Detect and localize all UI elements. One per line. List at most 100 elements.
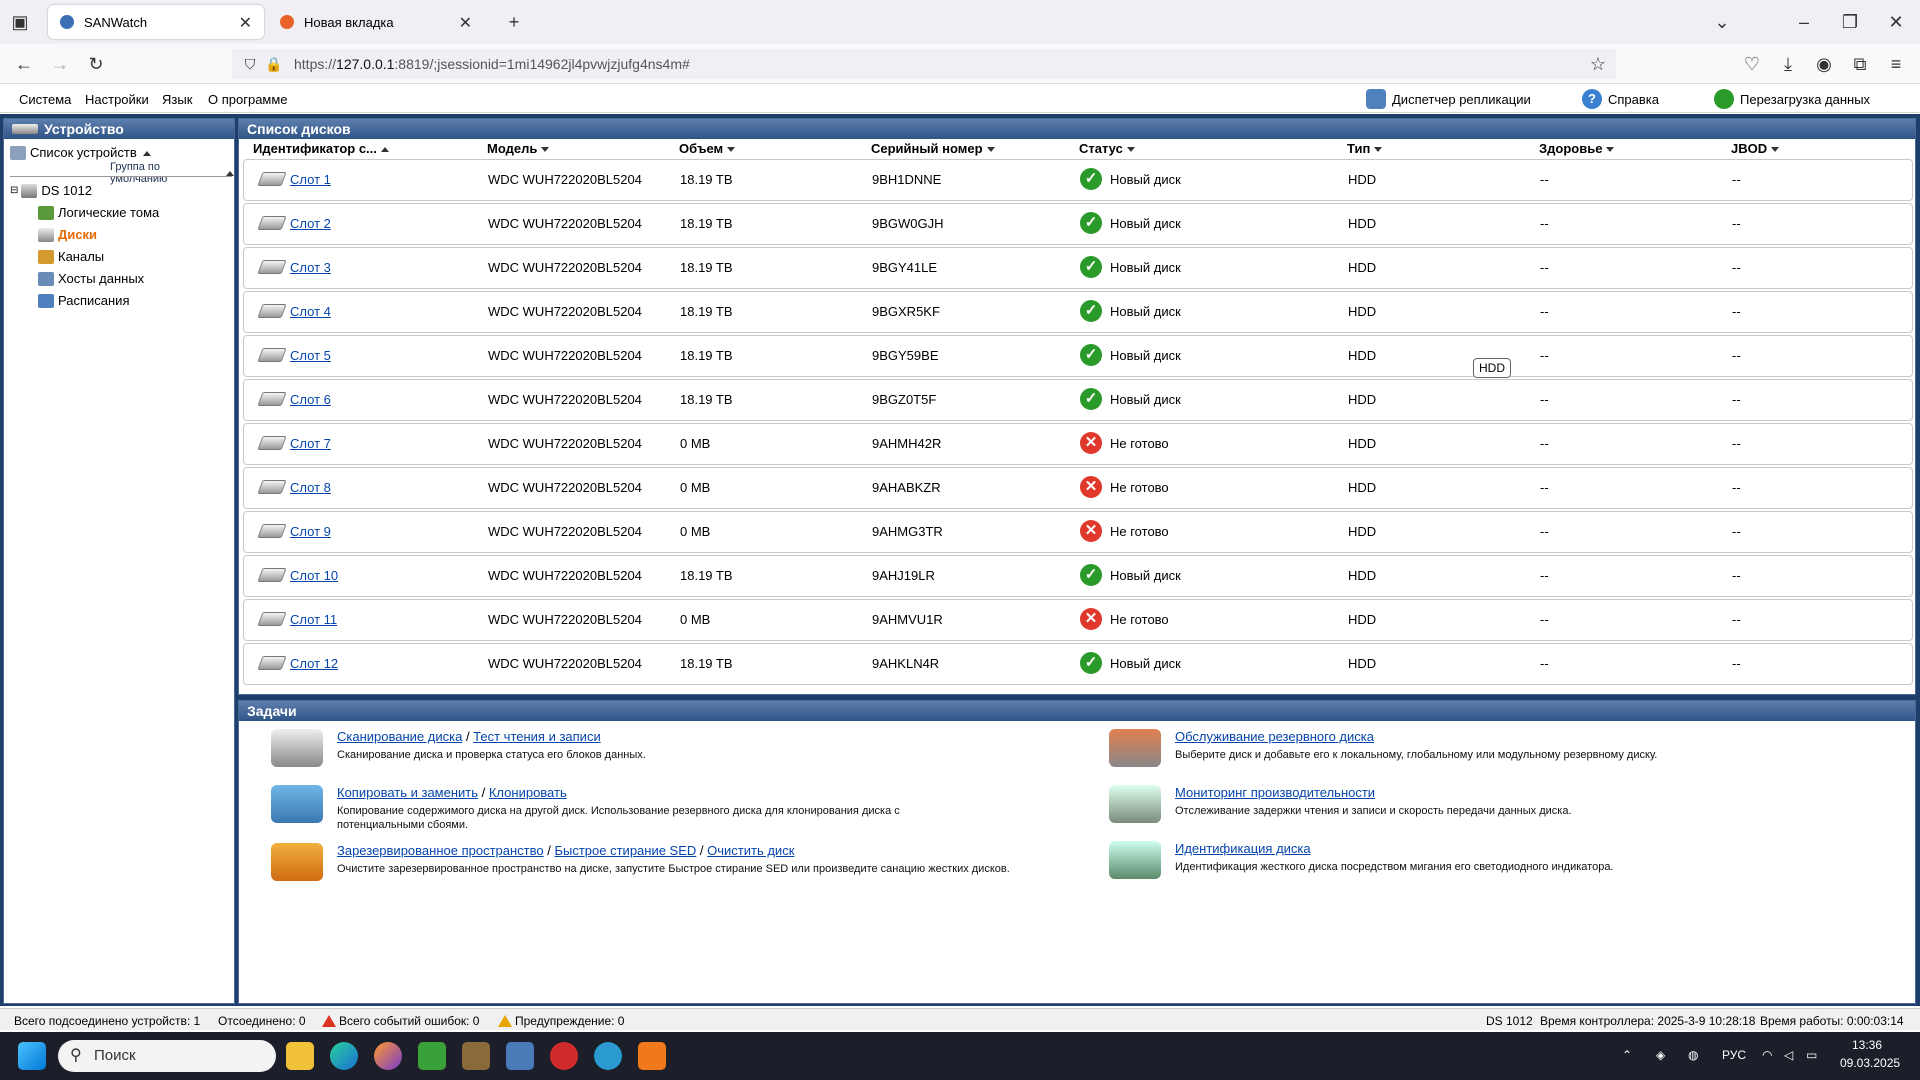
col-size[interactable]: Объем [679, 141, 736, 156]
col-id[interactable]: Идентификатор с... [253, 141, 389, 156]
minecraft-dungeons-icon[interactable] [462, 1042, 490, 1070]
identify-disk-link[interactable]: Идентификация диска [1175, 841, 1311, 856]
table-row[interactable]: Слот 1 WDC WUH722020BL5204 18.19 TB 9BH1DNN… [243, 159, 1913, 201]
windows-start-icon[interactable] [18, 1042, 46, 1070]
menu-about[interactable]: О программе [208, 92, 288, 107]
tree-node-channels[interactable]: Каналы [38, 249, 104, 264]
table-row[interactable]: Слот 3 WDC WUH722020BL5204 18.19 TB 9BGY41L… [243, 247, 1913, 289]
minimize-icon[interactable]: – [1792, 10, 1816, 34]
col-type[interactable]: Тип [1347, 141, 1383, 156]
yandex-browser-icon[interactable] [550, 1042, 578, 1070]
address-bar[interactable]: ⛉ 🔒 https://127.0.0.1:8819/;jsessionid=1… [232, 49, 1616, 79]
sed-erase-link[interactable]: Быстрое стирание SED [554, 843, 696, 858]
disk-slot-link[interactable]: Слот 11 [290, 612, 337, 627]
file-explorer-icon[interactable] [286, 1042, 314, 1070]
volume-icon[interactable]: ◁ [1784, 1048, 1793, 1062]
col-status[interactable]: Статус [1079, 141, 1135, 156]
forward-icon[interactable]: → [48, 52, 72, 76]
close-tab-icon[interactable]: ✕ [459, 13, 472, 33]
disk-slot-link[interactable]: Слот 6 [290, 392, 331, 407]
table-row[interactable]: Слот 9 WDC WUH722020BL5204 0 MB 9AHMG3TR HDD… [243, 511, 1913, 553]
table-row[interactable]: Слот 7 WDC WUH722020BL5204 0 MB 9AHMH42R HDD… [243, 423, 1913, 465]
close-window-icon[interactable]: ✕ [1884, 10, 1908, 34]
menu-language[interactable]: Язык [162, 92, 192, 107]
help-button[interactable]: ? Справка [1582, 89, 1659, 109]
pocket-icon[interactable]: ♡ [1740, 52, 1764, 76]
minecraft-icon[interactable] [418, 1042, 446, 1070]
tab-new[interactable]: Новая вкладка ✕ [268, 5, 484, 39]
wifi-icon[interactable]: ◠ [1762, 1048, 1772, 1062]
disk-slot-link[interactable]: Слот 5 [290, 348, 331, 363]
col-serial[interactable]: Серийный номер [871, 141, 995, 156]
restore-icon[interactable]: ❐ [1838, 10, 1862, 34]
reload-icon[interactable]: ↻ [84, 52, 108, 76]
disk-slot-link[interactable]: Слот 10 [290, 568, 338, 583]
table-row[interactable]: Слот 11 WDC WUH722020BL5204 0 MB 9AHMVU1R HD… [243, 599, 1913, 641]
menu-settings[interactable]: Настройки [85, 92, 149, 107]
disk-slot-link[interactable]: Слот 12 [290, 656, 338, 671]
chevron-down-icon[interactable]: ⌄ [1710, 10, 1734, 34]
clean-disk-link[interactable]: Очистить диск [707, 843, 794, 858]
menu-hamburger-icon[interactable]: ≡ [1884, 52, 1908, 76]
disk-slot-link[interactable]: Слот 7 [290, 436, 331, 451]
replication-manager-button[interactable]: Диспетчер репликации [1366, 89, 1531, 109]
table-row[interactable]: Слот 4 WDC WUH722020BL5204 18.19 TB 9BGXR5K… [243, 291, 1913, 333]
disk-slot-link[interactable]: Слот 9 [290, 524, 331, 539]
input-language[interactable]: РУС [1722, 1048, 1746, 1062]
spare-disk-link[interactable]: Обслуживание резервного диска [1175, 729, 1374, 744]
device-list-header[interactable]: Список устройств [10, 145, 151, 160]
new-tab-icon[interactable]: + [502, 10, 526, 34]
battery-icon[interactable]: ▭ [1806, 1048, 1817, 1062]
col-health[interactable]: Здоровье [1539, 141, 1615, 156]
copy-replace-link[interactable]: Копировать и заменить [337, 785, 478, 800]
firefox-icon[interactable] [374, 1042, 402, 1070]
tray-expand-icon[interactable]: ⌃ [1622, 1048, 1632, 1062]
performance-link[interactable]: Мониторинг производительности [1175, 785, 1375, 800]
tray-app-icon[interactable]: ◍ [1688, 1048, 1698, 1062]
remote-desktop-icon[interactable] [506, 1042, 534, 1070]
disk-slot-link[interactable]: Слот 3 [290, 260, 331, 275]
table-row[interactable]: Слот 5 WDC WUH722020BL5204 18.19 TB 9BGY59B… [243, 335, 1913, 377]
tree-node-schedules[interactable]: Расписания [38, 293, 129, 308]
lock-icon[interactable]: 🔒 [262, 52, 286, 76]
shield-icon[interactable]: ⛉ [238, 52, 262, 76]
tree-node-disks[interactable]: Диски [38, 227, 97, 242]
table-row[interactable]: Слот 6 WDC WUH722020BL5204 18.19 TB 9BGZ0T5… [243, 379, 1913, 421]
back-icon[interactable]: ← [12, 52, 36, 76]
close-tab-icon[interactable]: ✕ [239, 13, 252, 33]
group-label[interactable]: Группа по умолчанию [110, 161, 234, 185]
scan-disk-link[interactable]: Сканирование диска [337, 729, 462, 744]
clock-date[interactable]: 09.03.2025 [1840, 1056, 1900, 1070]
table-row[interactable]: Слот 8 WDC WUH722020BL5204 0 MB 9AHABKZR HDD… [243, 467, 1913, 509]
menu-system[interactable]: Система [19, 92, 71, 107]
disk-slot-link[interactable]: Слот 8 [290, 480, 331, 495]
tree-node-logical-volumes[interactable]: Логические тома [38, 205, 159, 220]
tree-node-data-hosts[interactable]: Хосты данных [38, 271, 144, 286]
table-row[interactable]: Слот 2 WDC WUH722020BL5204 18.19 TB 9BGW0GJ… [243, 203, 1913, 245]
reserved-space-link[interactable]: Зарезервированное пространство [337, 843, 544, 858]
network-app-icon[interactable] [594, 1042, 622, 1070]
account-icon[interactable]: ◉ [1812, 52, 1836, 76]
disk-slot-link[interactable]: Слот 4 [290, 304, 331, 319]
tree-device-ds1012[interactable]: ⊟ DS 1012 [10, 183, 92, 198]
table-row[interactable]: Слот 10 WDC WUH722020BL5204 18.19 TB 9AHJ19… [243, 555, 1913, 597]
security-icon[interactable]: ◈ [1656, 1048, 1665, 1062]
tab-sanwatch[interactable]: SANWatch ✕ [48, 5, 264, 39]
table-row[interactable]: Слот 12 WDC WUH722020BL5204 18.19 TB 9AHKLN… [243, 643, 1913, 685]
read-write-test-link[interactable]: Тест чтения и записи [473, 729, 601, 744]
app-icon[interactable] [638, 1042, 666, 1070]
extensions-icon[interactable]: ⧉ [1848, 52, 1872, 76]
tab-list-icon[interactable]: ▣ [8, 10, 32, 34]
collapse-icon[interactable]: ⊟ [10, 185, 18, 196]
reload-data-button[interactable]: Перезагрузка данных [1714, 89, 1870, 109]
disk-slot-link[interactable]: Слот 2 [290, 216, 331, 231]
taskbar-search[interactable]: ⚲ Поиск [58, 1040, 276, 1072]
edge-icon[interactable] [330, 1042, 358, 1070]
col-jbod[interactable]: JBOD [1731, 141, 1780, 156]
download-icon[interactable]: ⤓ [1776, 52, 1800, 76]
clock-time[interactable]: 13:36 [1852, 1038, 1882, 1052]
bookmark-star-icon[interactable]: ☆ [1586, 52, 1610, 76]
disk-slot-link[interactable]: Слот 1 [290, 172, 331, 187]
clone-link[interactable]: Клонировать [489, 785, 567, 800]
col-model[interactable]: Модель [487, 141, 550, 156]
